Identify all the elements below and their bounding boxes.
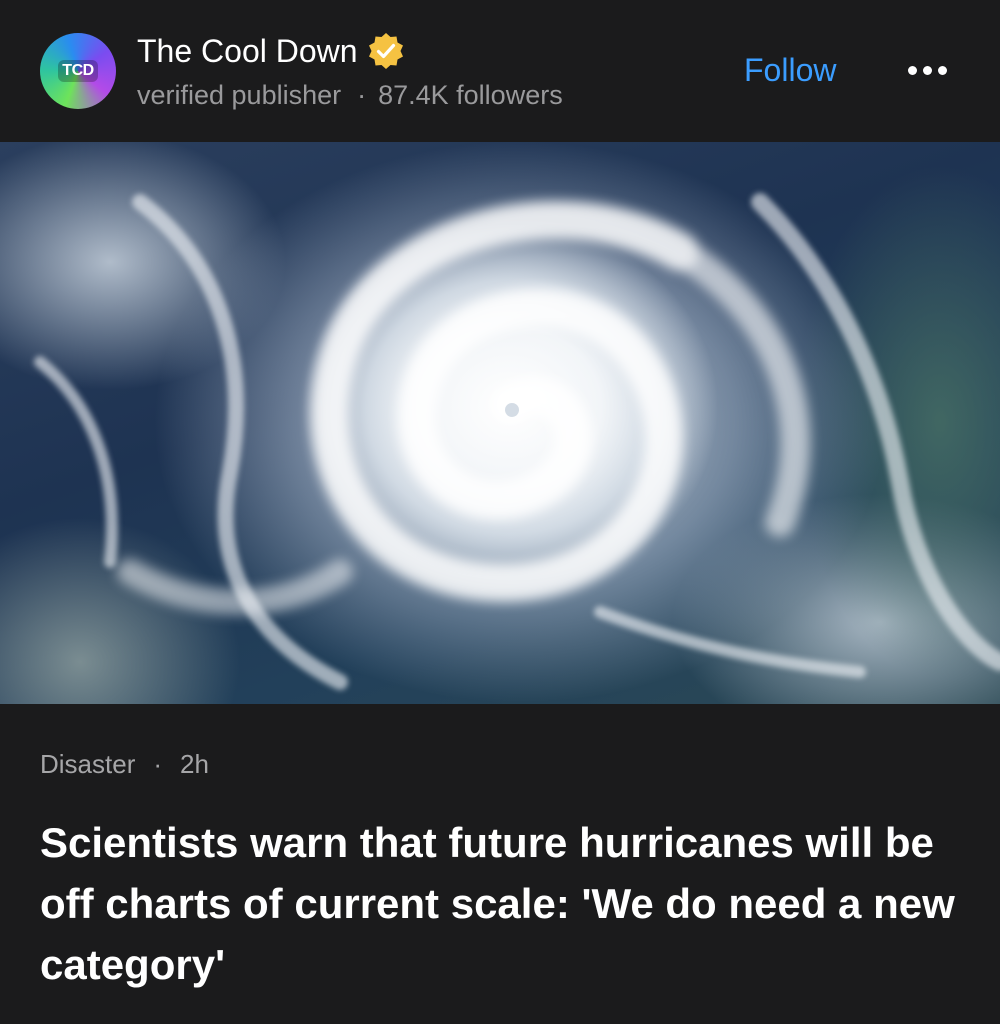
publisher-meta: verified publisher · 87.4K followers	[137, 80, 563, 111]
meta-separator: ·	[357, 80, 367, 110]
followers-count: 87.4K followers	[378, 80, 563, 110]
hero-image-hurricane[interactable]	[0, 142, 1000, 704]
publisher-avatar[interactable]: TCD	[40, 33, 116, 109]
more-horizontal-icon	[923, 65, 932, 75]
more-horizontal-icon	[908, 65, 917, 75]
follow-button[interactable]: Follow	[744, 52, 836, 89]
article-headline[interactable]: Scientists warn that future hurricanes w…	[40, 812, 970, 995]
article-category[interactable]: Disaster	[40, 749, 135, 780]
article-meta: Disaster · 2h	[40, 749, 209, 780]
hurricane-illustration	[34, 193, 1000, 690]
verified-publisher-label: verified publisher	[137, 80, 342, 110]
more-horizontal-icon	[938, 65, 947, 75]
publisher-name-row[interactable]: The Cool Down	[137, 31, 406, 71]
article-meta-separator: ·	[153, 749, 163, 779]
verified-badge-icon	[368, 33, 403, 69]
avatar-logo-text: TCD	[58, 60, 98, 82]
post-header: TCD The Cool Down verified publisher · 8…	[0, 0, 1000, 142]
article-age: 2h	[180, 749, 209, 779]
publisher-name[interactable]: The Cool Down	[137, 33, 358, 70]
more-options-button[interactable]	[908, 58, 947, 82]
